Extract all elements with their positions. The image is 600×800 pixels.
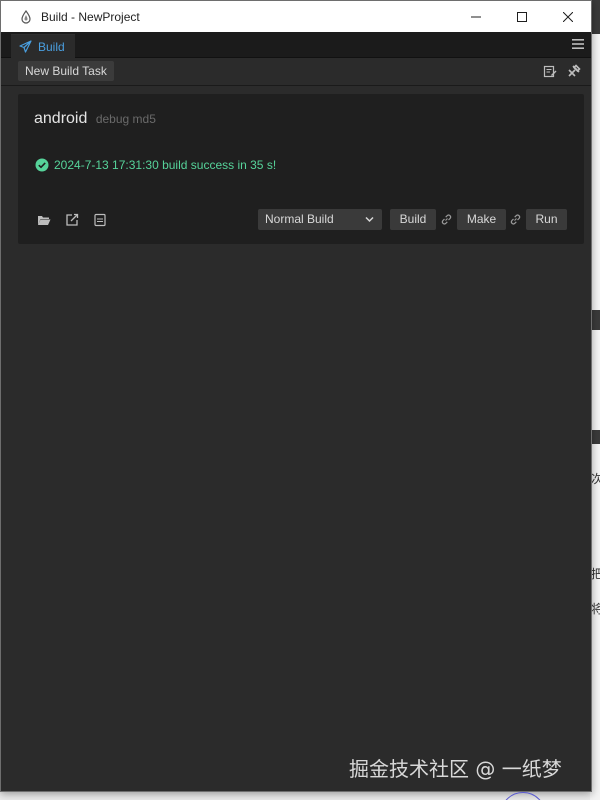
check-circle-icon	[35, 158, 49, 172]
folder-open-icon[interactable]	[37, 213, 51, 227]
run-button[interactable]: Run	[526, 209, 567, 230]
task-actions: Normal Build Build Make Run	[18, 209, 584, 231]
task-meta: debug md5	[95, 112, 156, 126]
title-bar[interactable]: Build - NewProject	[1, 1, 591, 32]
hamburger-menu-icon[interactable]	[571, 37, 585, 51]
window-title: Build - NewProject	[41, 9, 140, 24]
chevron-down-icon	[364, 214, 375, 225]
maximize-icon	[517, 11, 527, 22]
tab-bar: Build	[1, 32, 591, 58]
platform-name: android	[34, 110, 88, 127]
build-status-text: 2024-7-13 17:31:30 build success in 35 s…	[54, 158, 277, 172]
edit-log-icon[interactable]	[543, 64, 557, 78]
build-task-card: android debug md5 2024-7-13 17:31:30 bui…	[18, 94, 584, 244]
build-mode-value: Normal Build	[265, 212, 334, 226]
background-circle	[500, 792, 546, 800]
task-header: android debug md5	[34, 110, 156, 128]
build-button[interactable]: Build	[390, 209, 436, 230]
tools-icon[interactable]	[567, 64, 581, 78]
log-file-icon[interactable]	[93, 213, 107, 227]
new-build-task-button[interactable]: New Build Task	[18, 61, 114, 81]
window-controls	[453, 1, 591, 32]
build-mode-select[interactable]: Normal Build	[258, 209, 382, 230]
minimize-icon	[471, 16, 481, 17]
maximize-button[interactable]	[499, 1, 545, 32]
app-logo-icon	[19, 9, 33, 24]
close-icon	[563, 11, 573, 22]
external-link-icon[interactable]	[65, 213, 79, 227]
toolbar: New Build Task	[1, 58, 591, 86]
paper-plane-icon	[19, 40, 32, 53]
link-icon[interactable]	[440, 213, 453, 226]
tab-build-label: Build	[38, 39, 65, 54]
build-window: Build - NewProject Build New Build Task	[0, 0, 592, 792]
make-button[interactable]: Make	[457, 209, 506, 230]
minimize-button[interactable]	[453, 1, 499, 32]
watermark: 掘金技术社区 @ 一纸梦	[349, 757, 562, 781]
tab-build[interactable]: Build	[11, 34, 75, 58]
link-icon[interactable]	[509, 213, 522, 226]
build-status: 2024-7-13 17:31:30 build success in 35 s…	[35, 158, 276, 172]
close-button[interactable]	[545, 1, 591, 32]
